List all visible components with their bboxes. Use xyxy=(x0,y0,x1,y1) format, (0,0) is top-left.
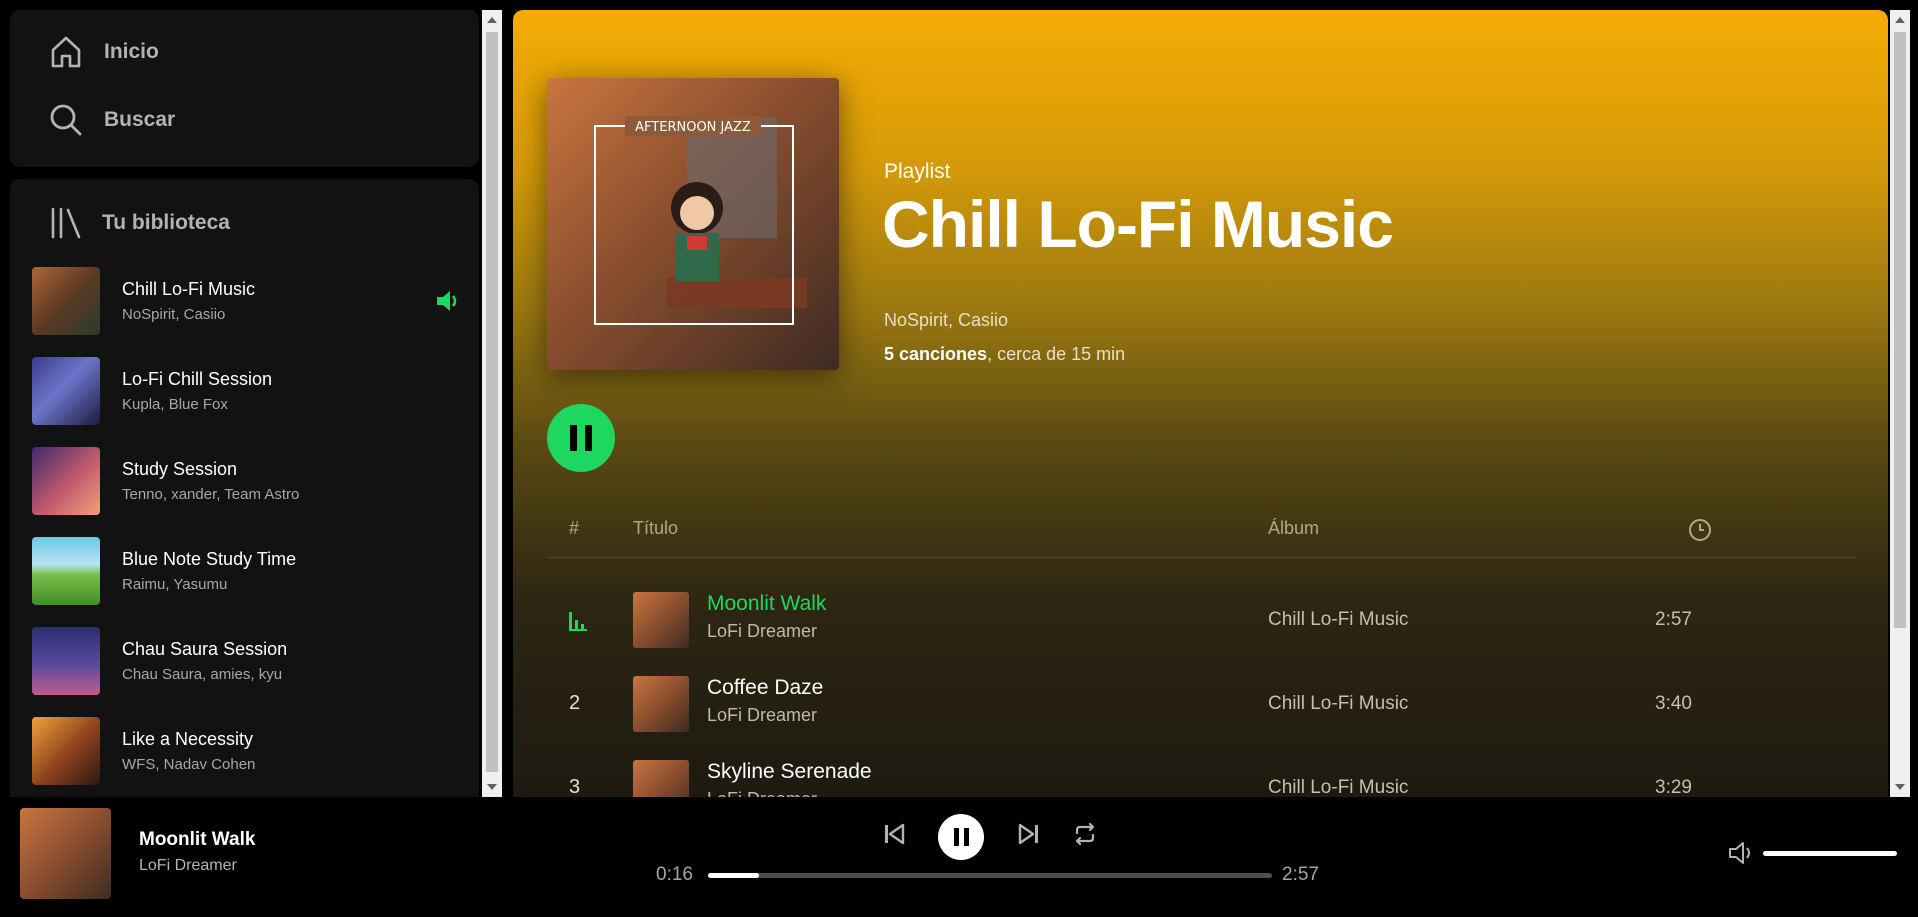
track-title[interactable]: Skyline Serenade xyxy=(707,760,872,784)
now-playing-cover[interactable] xyxy=(20,808,111,899)
library-item-cover xyxy=(32,717,100,785)
home-icon xyxy=(51,36,81,68)
library-title: Tu biblioteca xyxy=(102,211,230,234)
header-divider xyxy=(547,557,1857,558)
volume-slider[interactable] xyxy=(1763,851,1897,856)
library-item-cover xyxy=(32,627,100,695)
playlist-meta: 5 canciones, cerca de 15 min xyxy=(884,344,1125,365)
library-icon xyxy=(51,207,81,239)
playlist-view: AFTERNOON JAZZ Playlist Chill Lo-Fi Musi… xyxy=(513,10,1888,797)
track-artist[interactable]: LoFi Dreamer xyxy=(707,705,817,726)
track-cover xyxy=(633,676,689,732)
track-artist[interactable]: LoFi Dreamer xyxy=(707,621,817,642)
library-panel: Tu biblioteca Chill Lo-Fi Music NoSpirit… xyxy=(10,179,479,799)
library-item-title: Like a Necessity xyxy=(122,729,254,749)
library-item-cover xyxy=(32,267,100,335)
col-header-album[interactable]: Álbum xyxy=(1268,518,1319,539)
scroll-up-arrow[interactable] xyxy=(1895,17,1905,23)
library-item[interactable]: Study Session Tenno, xander, Team Astro xyxy=(10,436,479,526)
sidebar-scrollbar[interactable] xyxy=(482,10,502,797)
library-item-cover xyxy=(32,537,100,605)
library-item-subtitle: WFS, Nadav Cohen xyxy=(122,756,256,773)
pause-icon xyxy=(953,828,959,846)
progress-bar[interactable] xyxy=(708,873,1272,878)
nav-home[interactable]: Inicio xyxy=(48,34,159,70)
col-header-number: # xyxy=(569,518,580,538)
app: Inicio Buscar Tu biblioteca Chill Lo-Fi … xyxy=(0,0,1918,917)
library-item-title: Lo-Fi Chill Session xyxy=(122,369,273,389)
playlist-cover: AFTERNOON JAZZ xyxy=(547,78,839,370)
col-header-title[interactable]: Título xyxy=(633,518,678,539)
main-scrollbar[interactable] xyxy=(1890,10,1910,797)
page-title: Chill Lo-Fi Music xyxy=(882,187,1394,261)
volume-icon[interactable] xyxy=(1728,841,1754,865)
total-time: 2:57 xyxy=(1282,864,1319,885)
table-row[interactable]: Moonlit Walk LoFi Dreamer Chill Lo-Fi Mu… xyxy=(513,580,1888,664)
nav-search[interactable]: Buscar xyxy=(48,102,175,138)
library-header[interactable]: Tu biblioteca xyxy=(48,205,230,241)
track-number: 2 xyxy=(569,692,581,714)
now-playing-title[interactable]: Moonlit Walk xyxy=(139,829,255,851)
nav-panel: Inicio Buscar xyxy=(10,10,479,167)
scrollbar-thumb[interactable] xyxy=(486,32,498,772)
cover-text: AFTERNOON JAZZ xyxy=(635,120,751,135)
track-album[interactable]: Chill Lo-Fi Music xyxy=(1268,609,1408,631)
now-playing-artist[interactable]: LoFi Dreamer xyxy=(139,857,237,875)
scroll-down-arrow[interactable] xyxy=(487,784,497,790)
library-item-subtitle: Raimu, Yasumu xyxy=(122,576,228,593)
cover-art: AFTERNOON JAZZ xyxy=(547,78,839,370)
elapsed-time: 0:16 xyxy=(656,864,693,885)
track-album[interactable]: Chill Lo-Fi Music xyxy=(1268,693,1408,715)
next-icon[interactable] xyxy=(1018,823,1040,845)
playlist-type-label: Playlist xyxy=(884,160,951,183)
scroll-down-arrow[interactable] xyxy=(1895,784,1905,790)
library-item-title: Study Session xyxy=(122,459,238,479)
library-item[interactable]: Chau Saura Session Chau Saura, amies, ky… xyxy=(10,616,479,706)
track-cover xyxy=(633,592,689,648)
table-row[interactable]: 2 Coffee Daze LoFi Dreamer Chill Lo-Fi M… xyxy=(513,664,1888,748)
library-item[interactable]: Blue Note Study Time Raimu, Yasumu xyxy=(10,526,479,616)
player-bar: Moonlit Walk LoFi Dreamer 0:16 2:57 xyxy=(0,797,1918,917)
library-item[interactable]: Chill Lo-Fi Music NoSpirit, Casiio xyxy=(10,256,479,346)
progress-fill xyxy=(708,873,759,878)
table-row[interactable]: 3 Skyline Serenade LoFi Dreamer Chill Lo… xyxy=(513,748,1888,797)
search-icon xyxy=(50,104,82,136)
play-pause-button[interactable] xyxy=(938,814,984,860)
track-duration: 3:40 xyxy=(1655,693,1692,714)
library-item[interactable]: Like a Necessity WFS, Nadav Cohen xyxy=(10,706,479,796)
pause-button[interactable] xyxy=(547,404,615,472)
nav-home-label: Inicio xyxy=(104,40,159,63)
playlist-duration: , cerca de 15 min xyxy=(987,344,1126,364)
library-item-subtitle: NoSpirit, Casiio xyxy=(122,306,226,323)
library-item-title: Chau Saura Session xyxy=(122,639,288,659)
speaker-icon xyxy=(437,291,457,311)
song-count: 5 canciones xyxy=(884,344,988,364)
nav-search-label: Buscar xyxy=(104,108,176,131)
track-duration: 2:57 xyxy=(1655,609,1692,630)
library-item-subtitle: Kupla, Blue Fox xyxy=(122,396,228,413)
pause-icon xyxy=(570,425,577,451)
track-cover xyxy=(633,760,689,797)
library-item-subtitle: Tenno, xander, Team Astro xyxy=(122,486,300,503)
track-number: 3 xyxy=(569,776,581,797)
previous-icon[interactable] xyxy=(883,823,905,845)
library-item-subtitle: Chau Saura, amies, kyu xyxy=(122,666,283,683)
library-item[interactable]: Lo-Fi Chill Session Kupla, Blue Fox xyxy=(10,346,479,436)
track-duration: 3:29 xyxy=(1655,777,1692,797)
scrollbar-thumb[interactable] xyxy=(1894,32,1906,628)
scroll-up-arrow[interactable] xyxy=(487,17,497,23)
volume-fill xyxy=(1763,851,1897,856)
library-item-cover xyxy=(32,357,100,425)
library-item-cover xyxy=(32,447,100,515)
repeat-icon[interactable] xyxy=(1073,822,1097,846)
clock-icon xyxy=(1689,519,1711,541)
library-item-title: Blue Note Study Time xyxy=(122,549,297,569)
track-album[interactable]: Chill Lo-Fi Music xyxy=(1268,777,1408,797)
track-title[interactable]: Coffee Daze xyxy=(707,676,823,700)
track-title[interactable]: Moonlit Walk xyxy=(707,592,826,616)
track-artist[interactable]: LoFi Dreamer xyxy=(707,789,817,797)
library-item-title: Chill Lo-Fi Music xyxy=(122,279,256,299)
playlist-owners[interactable]: NoSpirit, Casiio xyxy=(884,310,1008,331)
equalizer-icon xyxy=(569,612,587,631)
